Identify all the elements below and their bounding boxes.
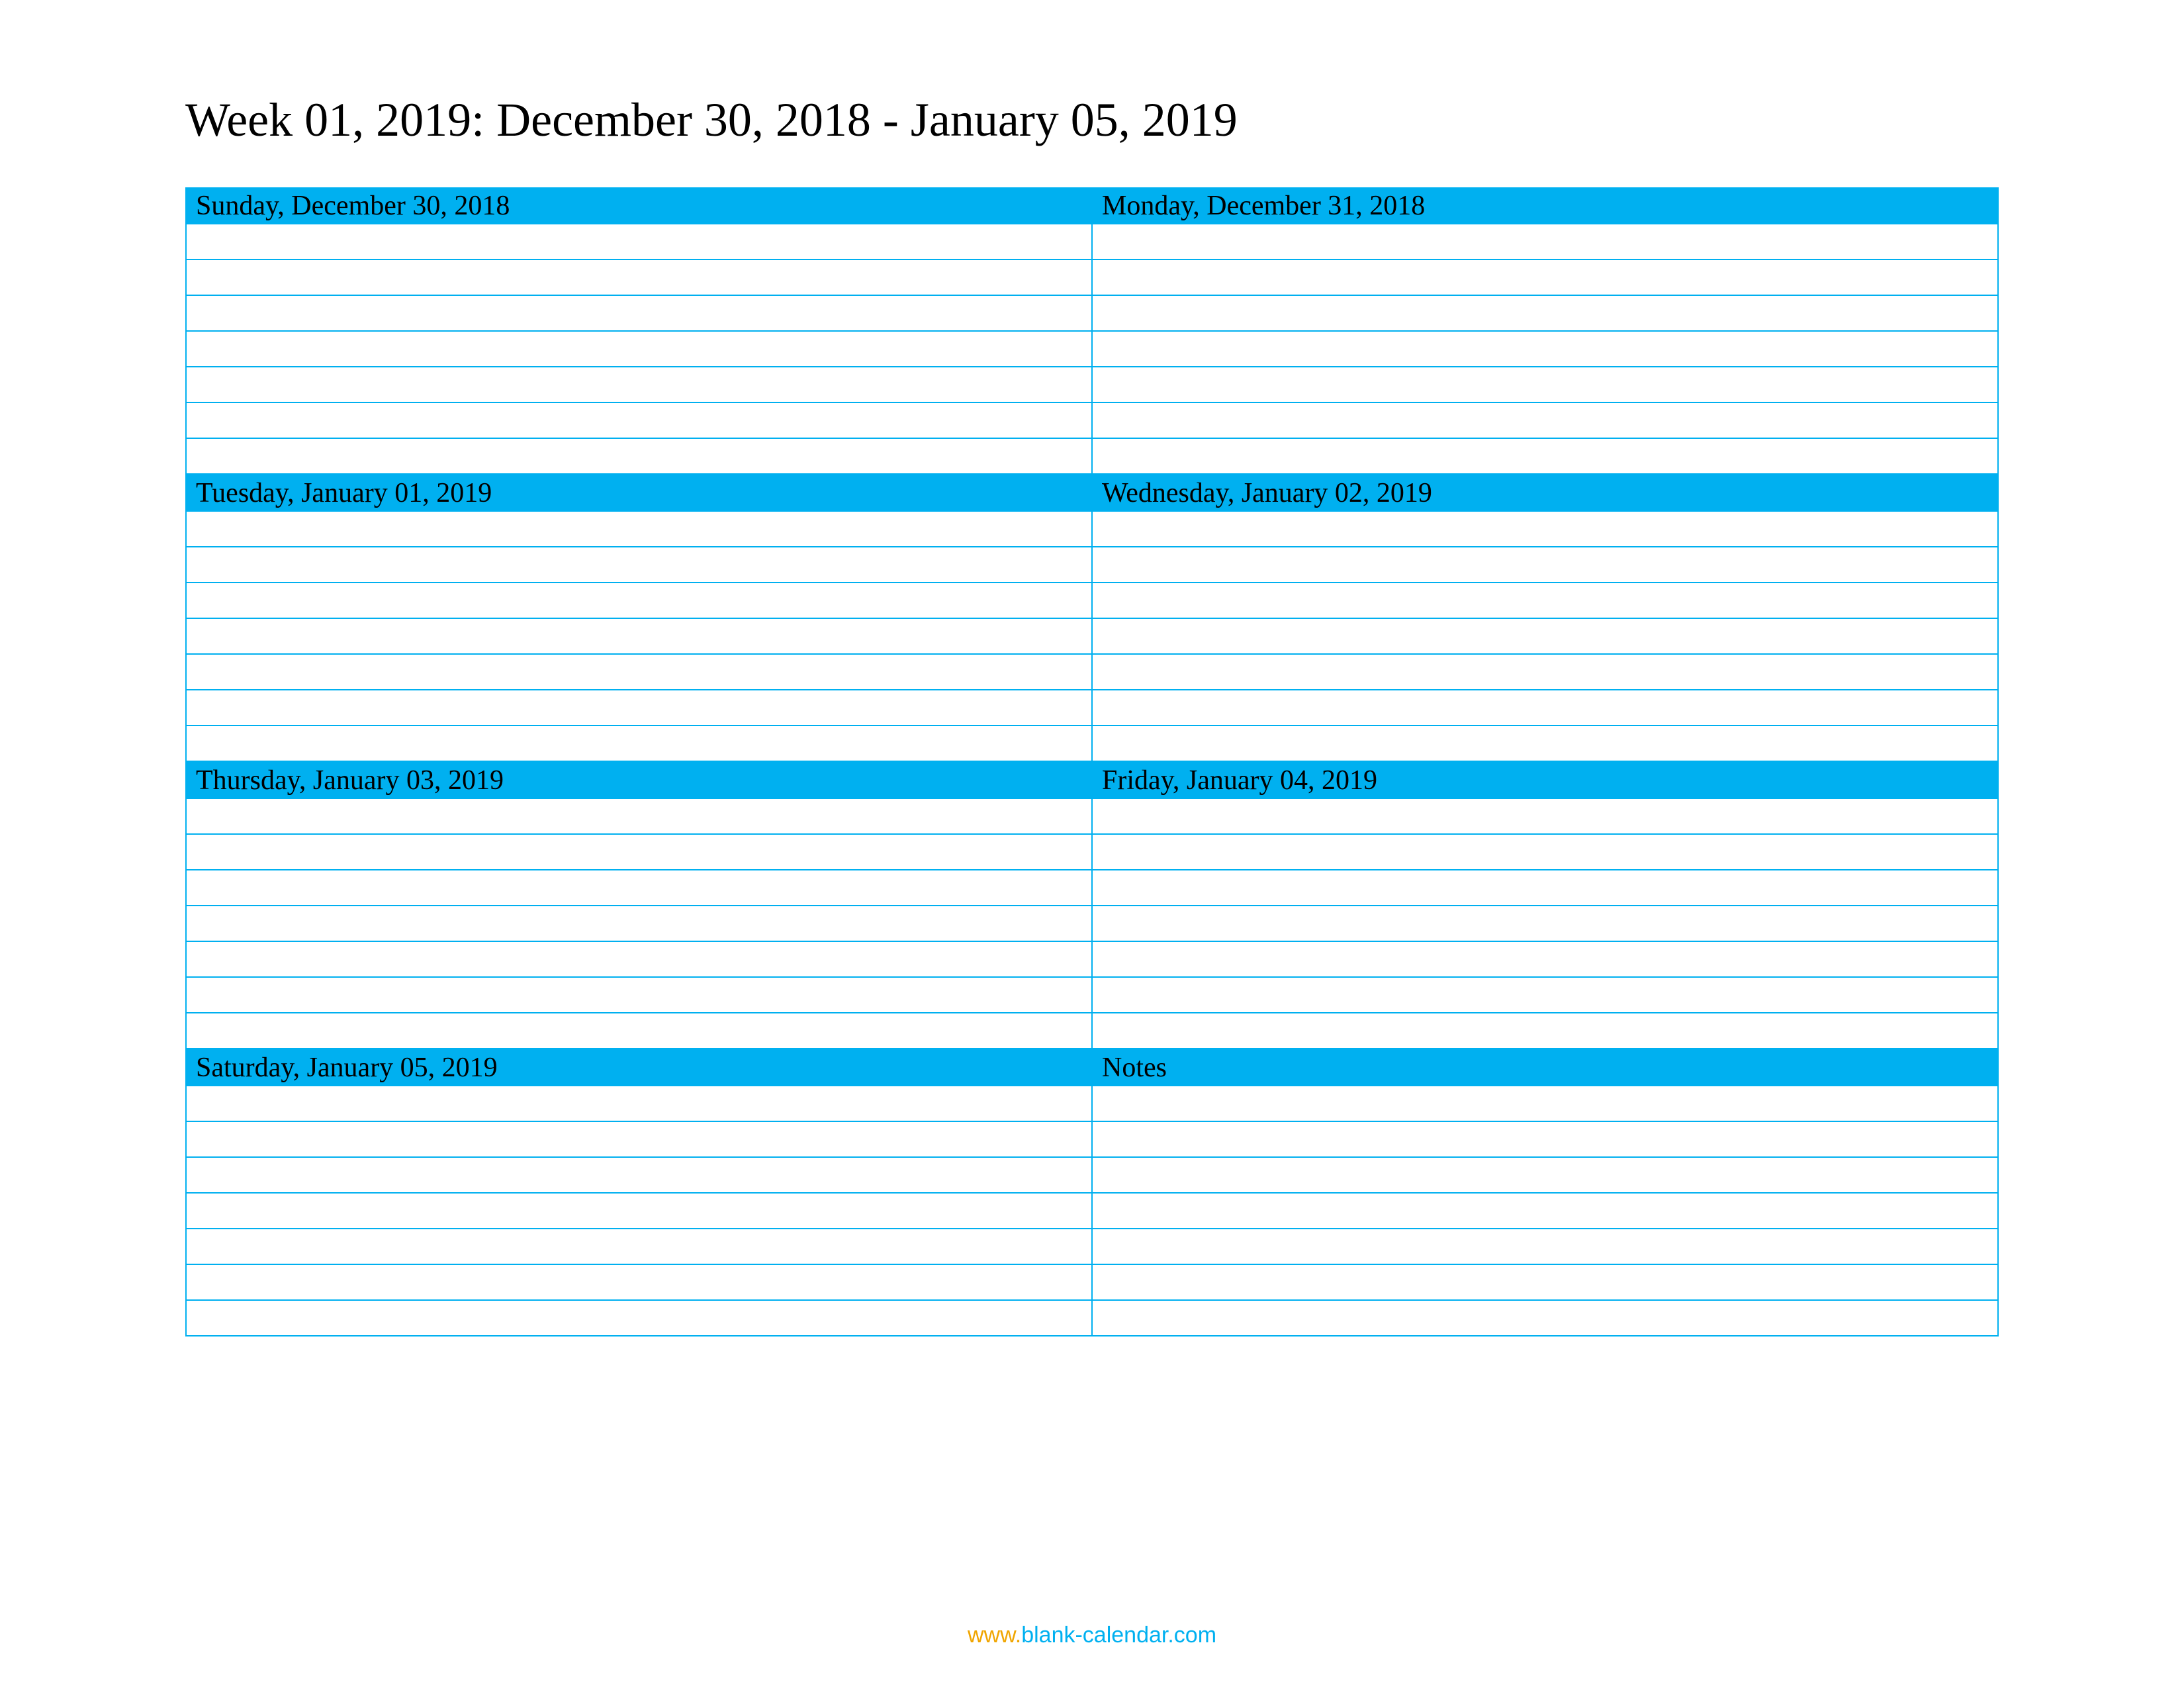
day-row[interactable]	[187, 583, 1093, 619]
day-header: Friday, January 04, 2019	[1093, 762, 1999, 799]
day-row[interactable]	[1093, 799, 1999, 835]
day-row[interactable]	[1093, 1229, 1999, 1265]
day-header: Notes	[1093, 1049, 1999, 1086]
day-block: Thursday, January 03, 2019	[187, 762, 1093, 1049]
day-row[interactable]	[187, 403, 1093, 439]
day-row[interactable]	[187, 547, 1093, 583]
day-row[interactable]	[187, 1086, 1093, 1122]
day-row[interactable]	[1093, 1122, 1999, 1158]
day-row[interactable]	[1093, 296, 1999, 332]
day-row[interactable]	[187, 870, 1093, 906]
footer-prefix: www.	[968, 1622, 1021, 1648]
day-row[interactable]	[187, 799, 1093, 835]
day-row[interactable]	[187, 1013, 1093, 1049]
day-row[interactable]	[187, 1194, 1093, 1229]
day-block: Friday, January 04, 2019	[1093, 762, 1999, 1049]
day-row[interactable]	[1093, 978, 1999, 1013]
day-row[interactable]	[187, 942, 1093, 978]
day-row[interactable]	[187, 224, 1093, 260]
day-row[interactable]	[187, 655, 1093, 690]
day-row[interactable]	[1093, 1013, 1999, 1049]
day-row[interactable]	[187, 690, 1093, 726]
day-row[interactable]	[1093, 512, 1999, 547]
day-row[interactable]	[187, 835, 1093, 870]
day-row[interactable]	[187, 367, 1093, 403]
day-row[interactable]	[1093, 367, 1999, 403]
day-row[interactable]	[187, 906, 1093, 942]
day-header: Tuesday, January 01, 2019	[187, 475, 1093, 512]
day-row[interactable]	[187, 619, 1093, 655]
day-row[interactable]	[187, 726, 1093, 762]
day-block: Notes	[1093, 1049, 1999, 1336]
day-row[interactable]	[1093, 619, 1999, 655]
day-row[interactable]	[1093, 726, 1999, 762]
day-row[interactable]	[187, 439, 1093, 475]
day-block: Tuesday, January 01, 2019	[187, 475, 1093, 762]
day-row[interactable]	[187, 1229, 1093, 1265]
day-row[interactable]	[187, 260, 1093, 296]
day-row[interactable]	[187, 1158, 1093, 1194]
day-row[interactable]	[187, 512, 1093, 547]
day-row[interactable]	[1093, 1194, 1999, 1229]
day-row[interactable]	[1093, 870, 1999, 906]
day-row[interactable]	[187, 1301, 1093, 1336]
day-row[interactable]	[1093, 403, 1999, 439]
page-title: Week 01, 2019: December 30, 2018 - Janua…	[185, 93, 1999, 148]
day-row[interactable]	[1093, 835, 1999, 870]
day-block: Wednesday, January 02, 2019	[1093, 475, 1999, 762]
day-block: Saturday, January 05, 2019	[187, 1049, 1093, 1336]
day-row[interactable]	[1093, 942, 1999, 978]
day-row[interactable]	[1093, 1086, 1999, 1122]
day-row[interactable]	[187, 1122, 1093, 1158]
day-row[interactable]	[1093, 1265, 1999, 1301]
day-header: Wednesday, January 02, 2019	[1093, 475, 1999, 512]
day-row[interactable]	[1093, 332, 1999, 367]
day-row[interactable]	[1093, 1158, 1999, 1194]
day-row[interactable]	[1093, 906, 1999, 942]
footer-domain: blank-calendar.com	[1021, 1622, 1216, 1648]
day-header: Monday, December 31, 2018	[1093, 187, 1999, 224]
day-block: Monday, December 31, 2018	[1093, 187, 1999, 475]
day-row[interactable]	[187, 978, 1093, 1013]
day-row[interactable]	[1093, 547, 1999, 583]
day-header: Saturday, January 05, 2019	[187, 1049, 1093, 1086]
day-row[interactable]	[187, 332, 1093, 367]
day-row[interactable]	[1093, 655, 1999, 690]
day-row[interactable]	[1093, 690, 1999, 726]
day-row[interactable]	[1093, 439, 1999, 475]
day-row[interactable]	[1093, 260, 1999, 296]
day-row[interactable]	[1093, 583, 1999, 619]
day-block: Sunday, December 30, 2018	[187, 187, 1093, 475]
day-row[interactable]	[1093, 1301, 1999, 1336]
day-header: Thursday, January 03, 2019	[187, 762, 1093, 799]
day-header: Sunday, December 30, 2018	[187, 187, 1093, 224]
day-row[interactable]	[187, 1265, 1093, 1301]
day-row[interactable]	[1093, 224, 1999, 260]
calendar-grid: Sunday, December 30, 2018Monday, Decembe…	[185, 187, 1999, 1336]
footer-link[interactable]: www.blank-calendar.com	[968, 1622, 1216, 1648]
day-row[interactable]	[187, 296, 1093, 332]
